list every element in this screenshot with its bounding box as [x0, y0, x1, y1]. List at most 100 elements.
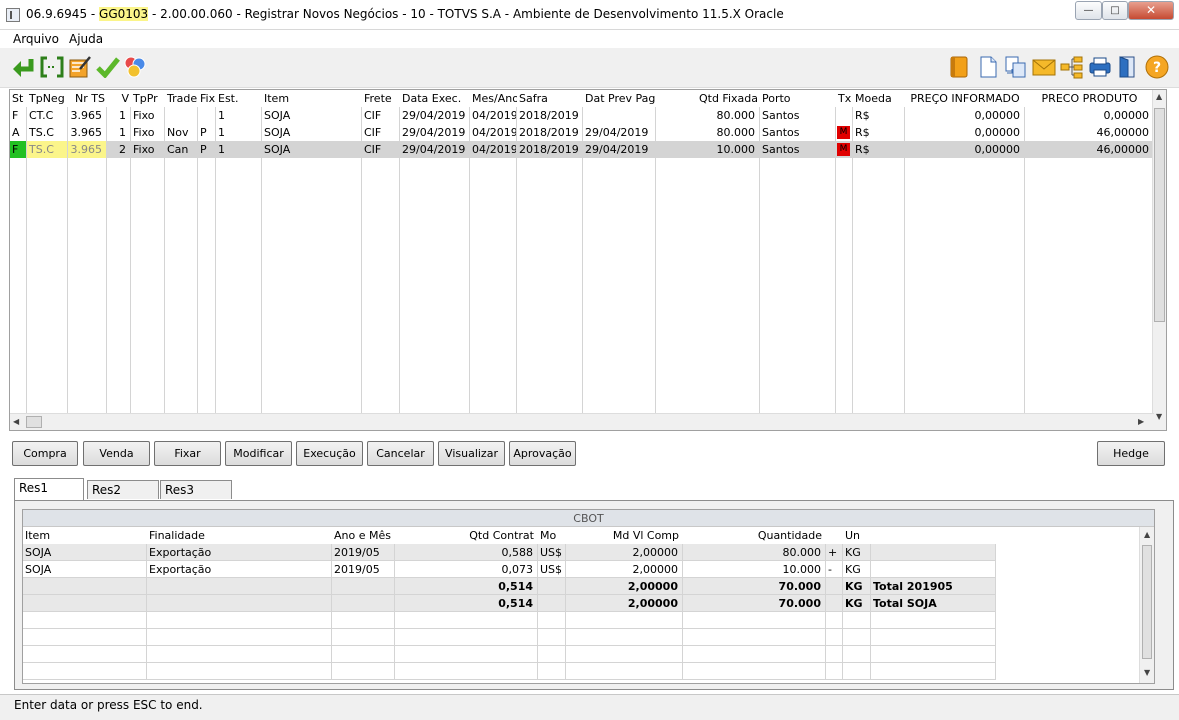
- empty-cell[interactable]: [262, 243, 362, 260]
- empty-cell[interactable]: [836, 379, 853, 396]
- col-header-fix[interactable]: Fix: [198, 90, 216, 107]
- grid-empty-row[interactable]: [10, 311, 1154, 328]
- cell-fix[interactable]: P: [198, 141, 216, 158]
- empty-cell[interactable]: [198, 260, 216, 277]
- empty-cell[interactable]: [836, 158, 853, 175]
- empty-cell[interactable]: [262, 379, 362, 396]
- empty-cell[interactable]: [216, 260, 262, 277]
- empty-cell[interactable]: [517, 226, 583, 243]
- grid-empty-row[interactable]: [10, 192, 1154, 209]
- result-cell-quantidade[interactable]: 70.000: [683, 595, 826, 612]
- tree-icon[interactable]: [1060, 55, 1084, 79]
- cell-safra[interactable]: 2018/2019: [517, 124, 583, 141]
- empty-cell[interactable]: [216, 277, 262, 294]
- empty-cell[interactable]: [826, 663, 843, 680]
- empty-cell[interactable]: [836, 311, 853, 328]
- empty-cell[interactable]: [836, 396, 853, 413]
- result-cell-md-vl-comp[interactable]: 2,00000: [566, 561, 683, 578]
- result-cell-total-label[interactable]: Total 201905: [871, 578, 996, 595]
- empty-cell[interactable]: [836, 226, 853, 243]
- empty-cell[interactable]: [131, 158, 165, 175]
- empty-cell[interactable]: [583, 345, 656, 362]
- cell-moeda[interactable]: R$: [853, 124, 905, 141]
- empty-cell[interactable]: [262, 396, 362, 413]
- result-cell-un[interactable]: KG: [843, 595, 871, 612]
- aprovacao-button[interactable]: Aprovação: [509, 441, 576, 466]
- grid-vertical-scrollbar[interactable]: ▲ ▼: [1152, 90, 1166, 430]
- empty-cell[interactable]: [760, 362, 836, 379]
- empty-cell[interactable]: [165, 192, 198, 209]
- empty-cell[interactable]: [400, 379, 470, 396]
- cell-data-exec[interactable]: 29/04/2019: [400, 107, 470, 124]
- new-document-icon[interactable]: [976, 55, 1000, 79]
- empty-cell[interactable]: [583, 209, 656, 226]
- empty-cell[interactable]: [853, 158, 905, 175]
- empty-cell[interactable]: [165, 311, 198, 328]
- empty-cell[interactable]: [656, 209, 760, 226]
- cell-preco-informado[interactable]: 0,00000: [905, 124, 1025, 141]
- empty-cell[interactable]: [362, 328, 400, 345]
- empty-cell[interactable]: [165, 379, 198, 396]
- empty-cell[interactable]: [517, 294, 583, 311]
- cell-tppr[interactable]: Fixo: [131, 107, 165, 124]
- empty-cell[interactable]: [198, 158, 216, 175]
- col-header-item[interactable]: Item: [262, 90, 362, 107]
- empty-cell[interactable]: [262, 192, 362, 209]
- empty-cell[interactable]: [583, 175, 656, 192]
- empty-cell[interactable]: [1025, 379, 1154, 396]
- empty-cell[interactable]: [905, 277, 1025, 294]
- cell-frete[interactable]: CIF: [362, 107, 400, 124]
- grid-empty-row[interactable]: [10, 294, 1154, 311]
- cell-porto[interactable]: Santos: [760, 124, 836, 141]
- empty-cell[interactable]: [905, 209, 1025, 226]
- col-header-tx[interactable]: Tx: [836, 90, 853, 107]
- col-header-tpneg[interactable]: TpNeg: [27, 90, 68, 107]
- result-vertical-scrollbar[interactable]: ▲ ▼: [1139, 527, 1154, 683]
- empty-cell[interactable]: [216, 175, 262, 192]
- cell-mes-ano[interactable]: 04/2019: [470, 124, 517, 141]
- empty-cell[interactable]: [905, 158, 1025, 175]
- empty-cell[interactable]: [107, 192, 131, 209]
- empty-cell[interactable]: [566, 612, 683, 629]
- cell-preco-produto[interactable]: 0,00000: [1025, 107, 1154, 124]
- empty-cell[interactable]: [836, 328, 853, 345]
- cell-item[interactable]: SOJA: [262, 107, 362, 124]
- empty-cell[interactable]: [198, 226, 216, 243]
- empty-cell[interactable]: [836, 345, 853, 362]
- cell-data-exec[interactable]: 29/04/2019: [400, 141, 470, 158]
- empty-cell[interactable]: [27, 396, 68, 413]
- empty-cell[interactable]: [905, 362, 1025, 379]
- cell-qtd-fixada[interactable]: 10.000: [656, 141, 760, 158]
- cell-nr-ts[interactable]: 3.965: [68, 107, 107, 124]
- empty-cell[interactable]: [905, 175, 1025, 192]
- empty-cell[interactable]: [10, 345, 27, 362]
- cell-data-exec[interactable]: 29/04/2019: [400, 124, 470, 141]
- empty-cell[interactable]: [400, 311, 470, 328]
- empty-cell[interactable]: [470, 328, 517, 345]
- empty-cell[interactable]: [400, 328, 470, 345]
- empty-cell[interactable]: [760, 260, 836, 277]
- result-cell-item[interactable]: [23, 578, 147, 595]
- hedge-button[interactable]: Hedge: [1097, 441, 1165, 466]
- result-empty-row[interactable]: [23, 612, 996, 629]
- col-header-v[interactable]: V: [107, 90, 131, 107]
- result-scroll-down-icon[interactable]: ▼: [1144, 668, 1150, 677]
- empty-cell[interactable]: [905, 345, 1025, 362]
- tab-res2[interactable]: Res2: [87, 480, 159, 499]
- grid-empty-row[interactable]: [10, 345, 1154, 362]
- result-cell-mo[interactable]: [538, 595, 566, 612]
- empty-cell[interactable]: [400, 345, 470, 362]
- result-col-header-total-label[interactable]: [871, 527, 996, 544]
- empty-cell[interactable]: [905, 192, 1025, 209]
- empty-cell[interactable]: [198, 362, 216, 379]
- empty-cell[interactable]: [131, 260, 165, 277]
- empty-cell[interactable]: [362, 158, 400, 175]
- result-cell-sign[interactable]: [826, 578, 843, 595]
- empty-cell[interactable]: [27, 243, 68, 260]
- empty-cell[interactable]: [362, 362, 400, 379]
- empty-cell[interactable]: [198, 379, 216, 396]
- empty-cell[interactable]: [538, 612, 566, 629]
- empty-cell[interactable]: [216, 328, 262, 345]
- grid-empty-row[interactable]: [10, 328, 1154, 345]
- scroll-down-icon[interactable]: ▼: [1156, 412, 1162, 421]
